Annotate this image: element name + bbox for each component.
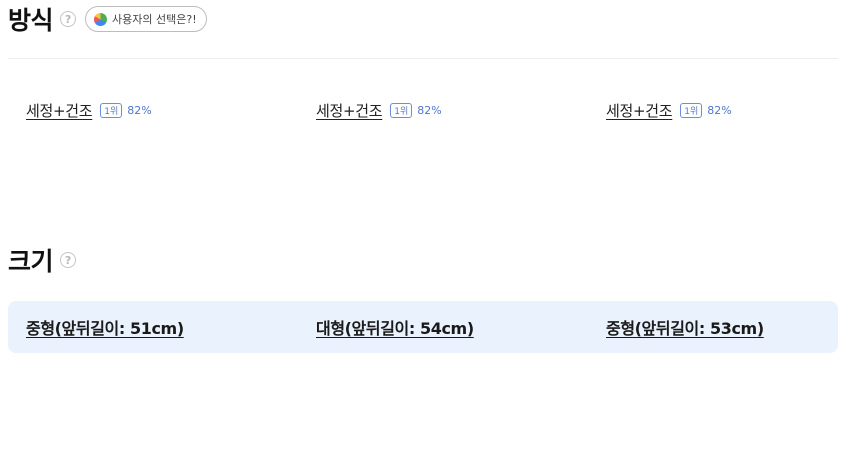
method-option[interactable]: 세정+건조 1위 82% — [316, 97, 442, 123]
size-option-link[interactable]: 중형(앞뒤길이: 53cm) — [606, 315, 764, 339]
rank-badge: 1위 — [390, 102, 413, 118]
method-option-name[interactable]: 세정+건조 — [606, 100, 673, 121]
help-icon[interactable]: ? — [60, 11, 77, 27]
size-section-title: 크기 — [8, 247, 54, 276]
method-option-name[interactable]: 세정+건조 — [316, 100, 383, 121]
method-section-title: 방식 — [8, 6, 54, 35]
choice-percent: 82% — [707, 103, 732, 117]
size-section-header: 크기 ? — [8, 243, 77, 277]
choice-percent: 82% — [417, 103, 442, 117]
rank-badge: 1위 — [100, 102, 123, 118]
method-option[interactable]: 세정+건조 1위 82% — [26, 97, 152, 123]
method-section-header: 방식 ? 사용자의 선택은?! — [8, 2, 207, 36]
user-choice-button[interactable]: 사용자의 선택은?! — [85, 6, 207, 32]
method-option-name[interactable]: 세정+건조 — [26, 100, 93, 121]
pie-chart-icon — [94, 12, 108, 26]
size-options-box: 중형(앞뒤길이: 51cm) 대형(앞뒤길이: 54cm) 중형(앞뒤길이: 5… — [8, 301, 838, 353]
size-option-link[interactable]: 대형(앞뒤길이: 54cm) — [316, 315, 474, 339]
size-option-link[interactable]: 중형(앞뒤길이: 51cm) — [26, 315, 184, 339]
method-option[interactable]: 세정+건조 1위 82% — [606, 97, 732, 123]
user-choice-label: 사용자의 선택은?! — [112, 13, 197, 26]
section-divider — [8, 58, 838, 59]
choice-percent: 82% — [127, 103, 152, 117]
method-options-row: 세정+건조 1위 82% 세정+건조 1위 82% 세정+건조 1위 82% — [0, 97, 842, 123]
rank-badge: 1위 — [680, 102, 703, 118]
help-icon[interactable]: ? — [60, 252, 77, 268]
